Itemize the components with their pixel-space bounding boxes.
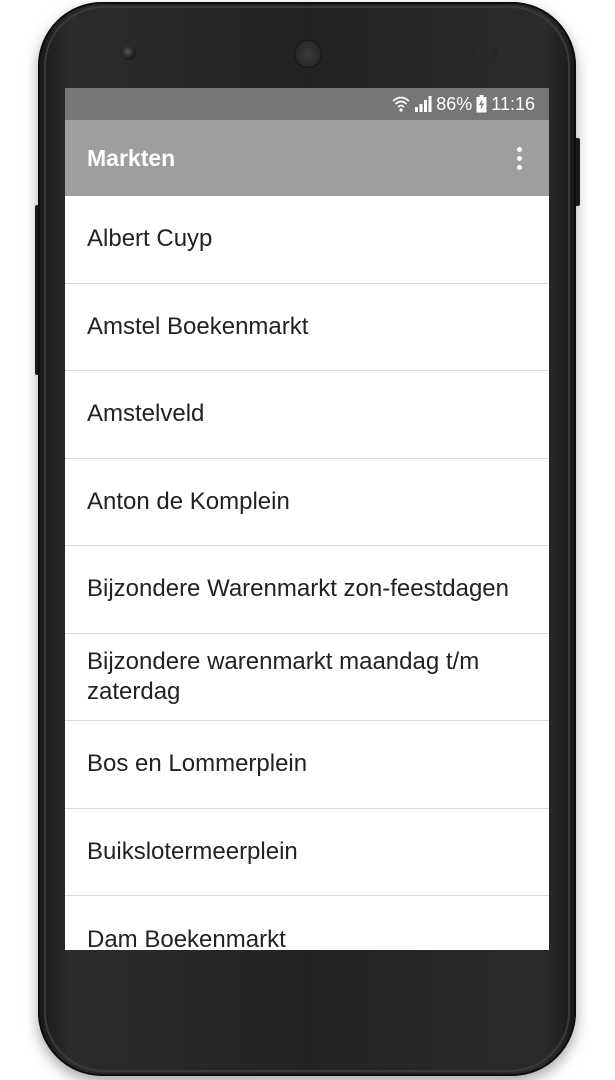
list-item[interactable]: Amstel Boekenmarkt bbox=[65, 284, 549, 371]
list-item[interactable]: Albert Cuyp bbox=[65, 196, 549, 284]
market-list: Albert Cuyp Amstel Boekenmarkt Amstelvel… bbox=[65, 196, 549, 950]
overflow-dot bbox=[516, 146, 522, 152]
wifi-icon bbox=[392, 96, 410, 112]
list-item-label: Buikslotermeerplein bbox=[87, 837, 298, 865]
front-camera-icon bbox=[122, 46, 136, 60]
list-item[interactable]: Bijzondere Warenmarkt zon-feestdagen bbox=[65, 546, 549, 634]
list-item-label: Bijzondere Warenmarkt zon-feestdagen bbox=[87, 575, 509, 603]
page: 86% 11:16 Markten Albert Cuyp Amstel Boe… bbox=[0, 0, 615, 1080]
earpiece-speaker bbox=[294, 40, 322, 68]
list-item[interactable]: Dam Boekenmarkt bbox=[65, 896, 549, 950]
list-item-label: Albert Cuyp bbox=[87, 225, 213, 253]
page-title: Markten bbox=[87, 145, 176, 171]
list-item[interactable]: Buikslotermeerplein bbox=[65, 809, 549, 896]
light-sensor bbox=[490, 49, 498, 57]
list-item-label: Bijzondere warenmarkt maandag t/m zaterd… bbox=[87, 647, 480, 705]
list-item[interactable]: Anton de Komplein bbox=[65, 459, 549, 546]
battery-charging-icon bbox=[476, 95, 487, 113]
overflow-dot bbox=[516, 155, 522, 161]
list-item-label: Bos en Lommerplein bbox=[87, 750, 308, 778]
app-bar: Markten bbox=[65, 120, 549, 196]
signal-icon bbox=[414, 96, 432, 112]
list-item-label: Amstelveld bbox=[87, 400, 205, 428]
status-indicators: 86% 11:16 bbox=[392, 88, 535, 120]
list-item-label: Anton de Komplein bbox=[87, 487, 290, 515]
screen: 86% 11:16 Markten Albert Cuyp Amstel Boe… bbox=[65, 88, 549, 950]
list-item[interactable]: Bijzondere warenmarkt maandag t/m zaterd… bbox=[65, 634, 549, 721]
proximity-sensor bbox=[470, 49, 478, 57]
list-item[interactable]: Amstelveld bbox=[65, 371, 549, 459]
status-bar: 86% 11:16 bbox=[65, 88, 549, 120]
list-item-label: Dam Boekenmarkt bbox=[87, 926, 286, 950]
battery-percent: 86% bbox=[436, 93, 473, 114]
overflow-dot bbox=[516, 164, 522, 170]
more-vert-icon[interactable] bbox=[505, 142, 533, 174]
list-item-label: Amstel Boekenmarkt bbox=[87, 312, 309, 340]
list-item[interactable]: Bos en Lommerplein bbox=[65, 721, 549, 809]
clock: 11:16 bbox=[491, 93, 535, 114]
